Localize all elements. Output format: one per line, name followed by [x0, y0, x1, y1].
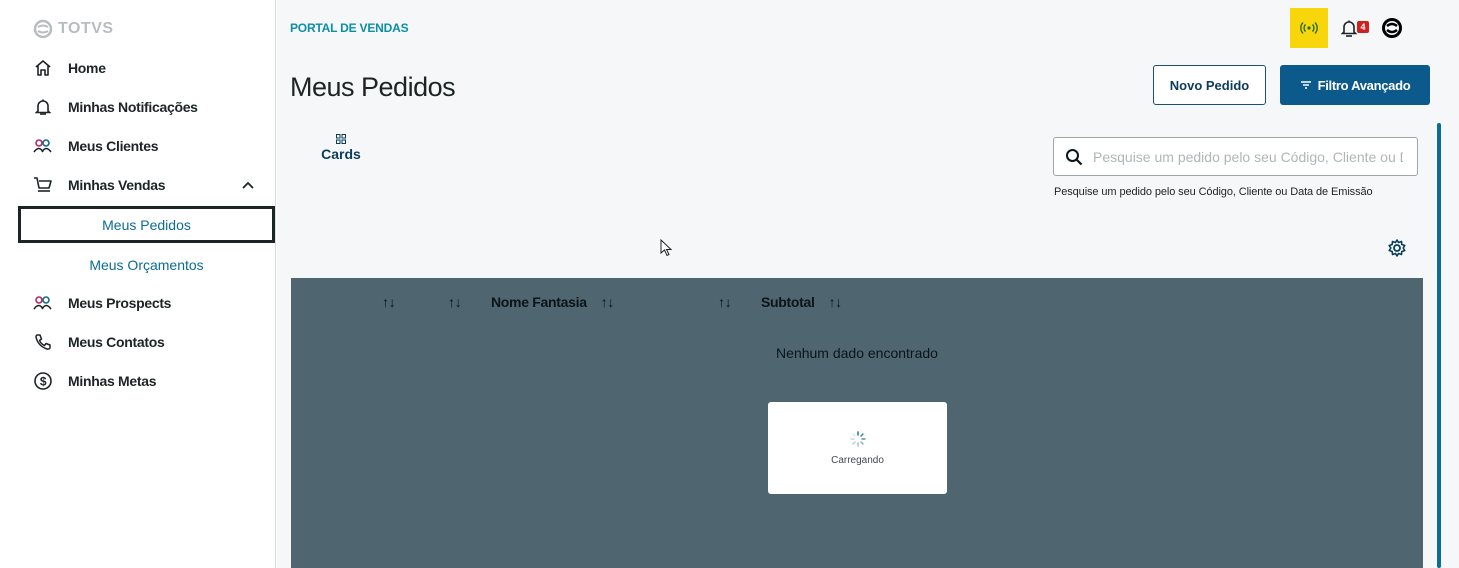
new-order-button[interactable]: Novo Pedido: [1153, 65, 1266, 105]
main-content: PORTAL DE VENDAS 4 Meus Pedidos Novo Ped…: [277, 0, 1459, 568]
connection-status[interactable]: [1290, 8, 1328, 48]
sidebar-item-prospects[interactable]: Meus Prospects: [33, 291, 171, 315]
grid-icon: [336, 134, 346, 144]
spinner-icon: [849, 430, 866, 447]
home-icon: [33, 58, 53, 78]
search-input[interactable]: [1093, 148, 1403, 165]
loading-text: Carregando: [831, 454, 884, 466]
column-header[interactable]: ↑↓: [382, 292, 396, 312]
cart-icon: [33, 175, 53, 195]
settings-gear-icon[interactable]: [1387, 238, 1407, 258]
sort-icon[interactable]: ↑↓: [601, 294, 615, 310]
notifications-button[interactable]: 4: [1340, 16, 1374, 40]
sidebar-item-label: Minhas Notificações: [68, 99, 198, 115]
filter-icon: [1300, 81, 1311, 89]
sidebar-item-sales[interactable]: Minhas Vendas: [33, 173, 166, 197]
sidebar-item-clients[interactable]: Meus Clientes: [33, 134, 159, 158]
sidebar-subitem-my-quotes[interactable]: Meus Orçamentos: [18, 246, 275, 283]
page-title: Meus Pedidos: [290, 72, 456, 102]
view-toggle-cards[interactable]: Cards: [321, 134, 361, 162]
column-header-label: Subtotal: [761, 294, 815, 310]
header-actions: 4: [1290, 8, 1403, 48]
svg-text:$: $: [40, 375, 47, 389]
sort-icon[interactable]: ↑↓: [829, 294, 843, 310]
search-field[interactable]: [1053, 137, 1418, 176]
sidebar: TOTVS Home Minhas Notificações Meus Clie…: [0, 0, 276, 568]
empty-state-text: Nenhum dado encontrado: [776, 345, 938, 361]
column-header[interactable]: ↑↓: [718, 292, 732, 312]
sort-icon[interactable]: ↑↓: [448, 294, 462, 310]
broadcast-icon: [1300, 22, 1318, 34]
sidebar-item-label: Meus Clientes: [68, 138, 159, 154]
sort-icon[interactable]: ↑↓: [718, 294, 732, 310]
sidebar-subitem-my-orders[interactable]: Meus Pedidos: [18, 206, 275, 243]
totvs-logo-icon: [33, 19, 53, 39]
sidebar-subitem-label: Meus Orçamentos: [89, 256, 204, 273]
notification-badge: 4: [1357, 21, 1369, 33]
column-header-subtotal[interactable]: Subtotal ↑↓: [761, 292, 842, 312]
column-header-label: Nome Fantasia: [491, 294, 587, 310]
dollar-circle-icon: $: [33, 371, 53, 391]
sidebar-item-label: Meus Contatos: [68, 334, 165, 350]
users-icon: [33, 293, 53, 313]
logo-text: TOTVS: [58, 20, 114, 37]
breadcrumb[interactable]: PORTAL DE VENDAS: [290, 21, 409, 35]
advanced-filter-label: Filtro Avançado: [1317, 77, 1411, 93]
sidebar-item-label: Minhas Metas: [68, 373, 157, 389]
search-help-text: Pesquise um pedido pelo seu Código, Clie…: [1054, 186, 1373, 198]
search-icon: [1066, 148, 1083, 165]
sort-icon[interactable]: ↑↓: [382, 294, 396, 310]
vertical-scrollbar[interactable]: [1437, 123, 1441, 568]
users-icon: [33, 136, 53, 156]
sidebar-item-label: Minhas Vendas: [68, 177, 166, 193]
loading-overlay: Carregando: [768, 402, 947, 494]
sidebar-item-label: Home: [68, 60, 106, 76]
sidebar-item-home[interactable]: Home: [33, 56, 106, 80]
column-header-nome-fantasia[interactable]: Nome Fantasia ↑↓: [491, 292, 614, 312]
sidebar-item-notifications[interactable]: Minhas Notificações: [33, 95, 198, 119]
view-toggle-label: Cards: [321, 146, 361, 162]
bell-icon: [1340, 20, 1358, 37]
sidebar-item-goals[interactable]: $ Minhas Metas: [33, 369, 157, 393]
sidebar-item-contacts[interactable]: Meus Contatos: [33, 330, 165, 354]
advanced-filter-button[interactable]: Filtro Avançado: [1280, 65, 1430, 105]
bell-icon: [33, 97, 53, 117]
sidebar-item-label: Meus Prospects: [68, 295, 172, 311]
sidebar-subitem-label: Meus Pedidos: [102, 216, 191, 233]
phone-icon: [33, 332, 53, 352]
mouse-cursor-icon: [660, 239, 672, 257]
user-menu-icon[interactable]: [1381, 17, 1403, 39]
column-header[interactable]: ↑↓: [448, 292, 462, 312]
orders-table: ↑↓ ↑↓ Nome Fantasia ↑↓ ↑↓ Subtotal ↑↓ Ne…: [291, 278, 1423, 568]
totvs-logo[interactable]: TOTVS: [33, 18, 114, 40]
chevron-up-icon[interactable]: [240, 177, 256, 193]
